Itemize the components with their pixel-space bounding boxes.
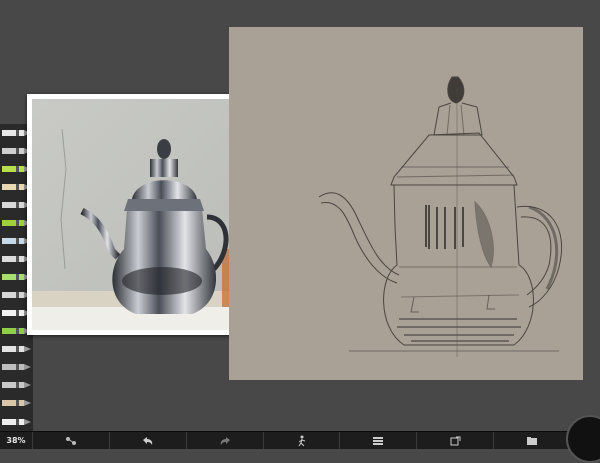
palette-knife-icon (1, 346, 31, 353)
palette-knife-tool[interactable] (1, 343, 32, 356)
gallery-button[interactable] (493, 432, 570, 449)
spray-can-icon (1, 364, 31, 371)
symmetry-button[interactable] (262, 432, 340, 449)
spray-can-tool[interactable] (1, 361, 32, 374)
flat-brush-icon (1, 400, 31, 407)
transform-icon (65, 436, 76, 445)
smudge-tool[interactable] (1, 415, 32, 428)
undo-button[interactable] (108, 432, 186, 449)
undo-icon (142, 436, 153, 445)
symmetry-icon (298, 435, 305, 446)
flat-brush-tool[interactable] (1, 397, 32, 410)
canvas-button[interactable] (416, 432, 493, 449)
current-color-puck[interactable] (566, 415, 600, 463)
canvas-icon (450, 436, 461, 445)
transform-button[interactable] (32, 432, 109, 449)
redo-button[interactable] (185, 432, 263, 449)
fine-brush-icon (1, 382, 31, 389)
smudge-icon (1, 418, 31, 425)
redo-icon (220, 436, 230, 445)
gallery-icon (527, 436, 538, 445)
layers-button[interactable] (339, 432, 416, 449)
zoom-level[interactable]: 38% (0, 436, 32, 445)
fine-brush-tool[interactable] (1, 379, 32, 392)
drawing-canvas[interactable] (229, 27, 583, 380)
layers-icon (373, 436, 384, 445)
bottom-toolbar: 38% (0, 431, 600, 449)
